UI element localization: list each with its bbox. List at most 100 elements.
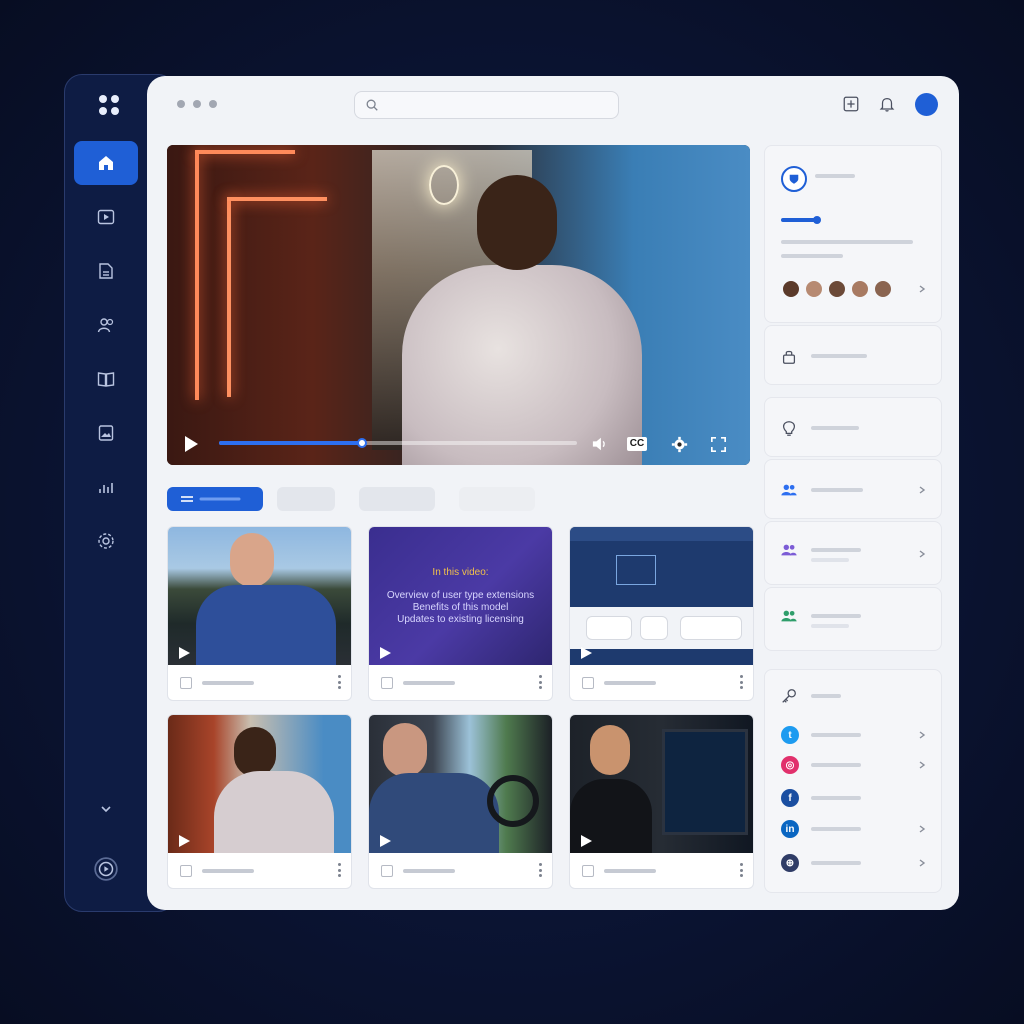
team-item[interactable]	[764, 459, 942, 519]
twitter-icon[interactable]: t	[781, 726, 799, 744]
video-card[interactable]	[167, 714, 352, 889]
progress-knob[interactable]	[357, 438, 368, 448]
select-checkbox[interactable]	[582, 865, 594, 877]
notifications-button[interactable]	[877, 94, 897, 114]
sidebar-item-analytics[interactable]	[74, 465, 138, 509]
slide-line: Overview of user type extensions	[386, 589, 535, 601]
sidebar-item-media[interactable]	[74, 411, 138, 455]
video-thumbnail[interactable]	[168, 715, 351, 853]
video-card[interactable]	[569, 714, 754, 889]
chevron-down-icon	[101, 806, 111, 813]
card-footer	[570, 853, 753, 888]
card-footer	[369, 665, 552, 700]
more-options-icon[interactable]	[538, 863, 542, 877]
chevron-right-icon[interactable]	[918, 761, 926, 769]
avatar[interactable]	[873, 279, 893, 299]
profile-card[interactable]	[764, 145, 942, 323]
video-thumbnail[interactable]	[570, 527, 753, 665]
chevron-right-icon[interactable]	[918, 731, 926, 739]
more-options-icon[interactable]	[337, 863, 341, 877]
avatar[interactable]	[804, 279, 824, 299]
captions-button[interactable]: CC	[625, 435, 649, 453]
more-options-icon[interactable]	[739, 863, 743, 877]
search-bar[interactable]	[354, 91, 619, 119]
video-title[interactable]	[403, 681, 455, 685]
play-icon	[581, 647, 592, 659]
video-player[interactable]: CC	[167, 145, 750, 465]
linkedin-icon[interactable]: in	[781, 820, 799, 838]
sidebar-item-home[interactable]	[74, 141, 138, 185]
video-thumbnail[interactable]	[168, 527, 351, 665]
more-options-icon[interactable]	[538, 675, 542, 689]
tab-2[interactable]	[277, 487, 335, 511]
people-item[interactable]	[764, 587, 942, 651]
video-title[interactable]	[604, 869, 656, 873]
select-checkbox[interactable]	[180, 865, 192, 877]
video-card[interactable]	[167, 526, 352, 701]
play-icon[interactable]	[183, 435, 199, 453]
avatar[interactable]	[781, 279, 801, 299]
video-thumbnail[interactable]	[570, 715, 753, 853]
video-title[interactable]	[202, 869, 254, 873]
ideas-item[interactable]	[764, 397, 942, 457]
video-thumbnail[interactable]	[369, 715, 552, 853]
globe-icon[interactable]: ⊕	[781, 854, 799, 872]
shield-icon	[781, 166, 807, 192]
video-card[interactable]: In this video: Overview of user type ext…	[368, 526, 553, 701]
tab-3[interactable]	[359, 487, 435, 511]
avatar[interactable]	[827, 279, 847, 299]
people-icon	[779, 606, 799, 626]
users-icon	[97, 318, 114, 333]
tab-4[interactable]	[459, 487, 535, 511]
video-thumbnail[interactable]: In this video: Overview of user type ext…	[369, 527, 552, 665]
chevron-right-icon[interactable]	[918, 285, 926, 293]
window-dots	[177, 100, 217, 108]
sidebar-item-library[interactable]	[74, 357, 138, 401]
select-checkbox[interactable]	[582, 677, 594, 689]
sidebar-item-settings[interactable]	[74, 519, 138, 563]
select-checkbox[interactable]	[381, 865, 393, 877]
video-title[interactable]	[403, 869, 455, 873]
apps-grid-icon[interactable]	[99, 95, 119, 115]
more-options-icon[interactable]	[739, 675, 743, 689]
progress-fill	[219, 441, 363, 445]
add-button[interactable]	[841, 94, 861, 114]
play-circle-icon	[94, 857, 118, 881]
security-item[interactable]	[764, 325, 942, 385]
group-icon	[779, 540, 799, 560]
more-options-icon[interactable]	[337, 675, 341, 689]
key-icon	[779, 686, 799, 706]
facebook-icon[interactable]: f	[781, 789, 799, 807]
select-checkbox[interactable]	[180, 677, 192, 689]
gear-icon	[671, 436, 687, 452]
avatar[interactable]	[850, 279, 870, 299]
book-icon	[97, 372, 115, 387]
fullscreen-button[interactable]	[708, 435, 728, 453]
volume-button[interactable]	[590, 435, 610, 453]
video-title[interactable]	[604, 681, 656, 685]
profile-progress	[781, 218, 815, 222]
intro-slide: In this video: Overview of user type ext…	[369, 527, 552, 665]
tab-1[interactable]	[167, 487, 263, 511]
chevron-right-icon[interactable]	[918, 486, 926, 494]
progress-bar[interactable]	[219, 438, 577, 448]
video-title[interactable]	[202, 681, 254, 685]
avatar[interactable]	[915, 93, 938, 116]
video-card[interactable]	[569, 526, 754, 701]
sidebar-item-documents[interactable]	[74, 249, 138, 293]
video-card[interactable]	[368, 714, 553, 889]
sidebar-footer-button[interactable]	[74, 847, 138, 891]
chevron-right-icon[interactable]	[918, 825, 926, 833]
instagram-icon[interactable]: ◎	[781, 756, 799, 774]
settings-button[interactable]	[669, 435, 689, 453]
sidebar-item-users[interactable]	[74, 303, 138, 347]
group-item[interactable]	[764, 521, 942, 585]
connections-card: t ◎ f in ⊕	[764, 669, 942, 893]
chevron-right-icon[interactable]	[918, 550, 926, 558]
search-input[interactable]	[387, 98, 607, 112]
sidebar-collapse-chevron[interactable]	[74, 787, 138, 831]
list-icon	[181, 496, 241, 502]
chevron-right-icon[interactable]	[918, 859, 926, 867]
select-checkbox[interactable]	[381, 677, 393, 689]
sidebar-item-videos[interactable]	[74, 195, 138, 239]
